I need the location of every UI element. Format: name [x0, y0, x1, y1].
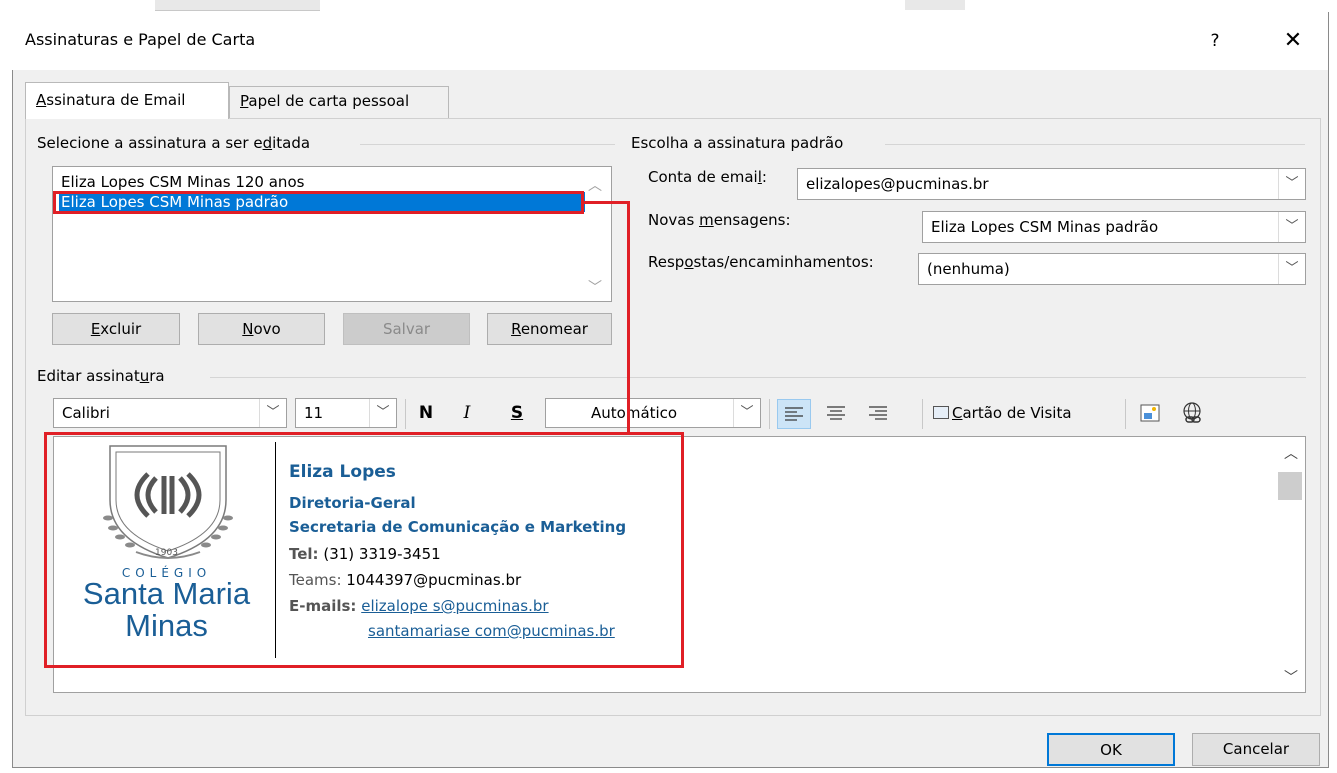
label-text: Conta de emai: [648, 168, 758, 186]
signature-list[interactable]: Eliza Lopes CSM Minas 120 anos Eliza Lop…: [52, 166, 612, 302]
align-left-button[interactable]: [777, 399, 811, 429]
toolbar-separator: [1125, 399, 1126, 429]
scroll-thumb[interactable]: [1278, 472, 1302, 500]
group-divider: [360, 144, 615, 145]
default-signature-group-label: Escolha a assinatura padrão: [631, 134, 850, 152]
business-card-button[interactable]: Cartão de Visita: [933, 404, 1072, 422]
picture-icon: [1140, 404, 1160, 422]
group-label-accel: d: [262, 134, 273, 152]
group-divider: [885, 144, 1305, 145]
button-label: ovo: [253, 320, 281, 338]
scroll-down-icon[interactable]: ﹀: [1276, 667, 1306, 687]
label-text: Novas: [648, 211, 700, 229]
align-right-icon: [869, 406, 887, 420]
delete-button[interactable]: Excluir: [52, 313, 180, 345]
account-select[interactable]: elizalopes@pucminas.br ﹀: [797, 168, 1306, 200]
font-value: Calibri: [62, 404, 110, 422]
new-messages-label: Novas mensagens:: [648, 211, 791, 229]
new-messages-value: Eliza Lopes CSM Minas padrão: [931, 218, 1159, 236]
group-label-text: Selecione a assinatura a ser e: [37, 134, 263, 152]
highlight-connector: [583, 201, 630, 204]
bold-button[interactable]: N: [415, 403, 437, 423]
button-accel: N: [242, 320, 254, 338]
save-button[interactable]: Salvar: [343, 313, 470, 345]
help-button[interactable]: ?: [1200, 26, 1230, 56]
button-accel: C: [952, 404, 963, 422]
tab-label-accel: A: [36, 91, 47, 109]
list-scrollbar[interactable]: ︿ ﹀: [580, 167, 610, 300]
align-center-icon: [827, 406, 845, 420]
insert-hyperlink-button[interactable]: [1180, 401, 1208, 429]
account-label: Conta de email:: [648, 168, 767, 186]
label-accel: o: [684, 253, 694, 271]
chevron-down-icon[interactable]: ﹀: [259, 399, 286, 427]
list-item[interactable]: Eliza Lopes CSM Minas 120 anos: [59, 172, 585, 192]
button-label: artão de Visita: [962, 404, 1072, 422]
label-text: Resp: [648, 253, 685, 271]
chevron-down-icon[interactable]: ﹀: [1278, 254, 1305, 284]
tab-email-signature[interactable]: Assinatura de Email: [25, 82, 229, 119]
chevron-down-icon[interactable]: ﹀: [369, 399, 396, 427]
italic-button[interactable]: I: [456, 403, 478, 423]
account-value: elizalopes@pucminas.br: [806, 175, 989, 193]
background-window-strip: [0, 0, 1337, 12]
select-signature-group-label: Selecione a assinatura a ser editada: [37, 134, 317, 152]
group-label-text: itada: [272, 134, 311, 152]
cancel-button[interactable]: Cancelar: [1192, 733, 1320, 766]
toolbar-separator: [405, 399, 406, 429]
font-size-select[interactable]: 11 ﹀: [295, 398, 397, 428]
button-accel: R: [511, 320, 521, 338]
tab-personal-stationery[interactable]: Papel de carta pessoal: [229, 86, 449, 118]
highlight-box: [53, 191, 584, 214]
background-tab: [905, 0, 965, 10]
background-tab: [155, 0, 320, 11]
label-text: :: [761, 168, 767, 186]
hyperlink-icon: [1183, 402, 1201, 423]
button-accel: E: [90, 320, 101, 338]
align-left-icon: [785, 407, 803, 421]
highlight-box: [44, 432, 684, 668]
toolbar-separator: [922, 399, 923, 429]
label-text: ensagens:: [713, 211, 791, 229]
chevron-down-icon[interactable]: ﹀: [1278, 212, 1305, 242]
group-label-text: ra: [149, 367, 165, 385]
group-divider: [210, 377, 1306, 378]
tab-label: apel de carta pessoal: [248, 92, 410, 110]
chevron-down-icon[interactable]: ﹀: [733, 399, 760, 427]
close-button[interactable]: ✕: [1278, 26, 1308, 56]
button-label: xcluir: [100, 320, 142, 338]
replies-label: Respostas/encaminhamentos:: [648, 253, 874, 271]
group-label-accel: u: [139, 367, 150, 385]
scroll-up-icon[interactable]: ︿: [580, 175, 610, 195]
tab-label: ssinatura de Email: [46, 91, 186, 109]
label-text: stas/encaminhamentos:: [693, 253, 874, 271]
group-label-text: Editar assinat: [37, 367, 140, 385]
font-color-value: Automático: [591, 404, 678, 422]
replies-value: (nenhuma): [927, 260, 1010, 278]
business-card-icon: [933, 406, 949, 419]
underline-button[interactable]: S: [506, 403, 528, 423]
font-color-select[interactable]: Automático ﹀: [545, 398, 761, 428]
dialog-title: Assinaturas e Papel de Carta: [25, 30, 256, 49]
scroll-down-icon[interactable]: ﹀: [580, 277, 610, 297]
align-center-button[interactable]: [820, 399, 854, 429]
button-label: enomear: [520, 320, 588, 338]
scroll-up-icon[interactable]: ︿: [1276, 443, 1306, 463]
label-accel: m: [699, 211, 714, 229]
edit-signature-group-label: Editar assinatura: [37, 367, 171, 385]
new-button[interactable]: Novo: [198, 313, 325, 345]
new-messages-select[interactable]: Eliza Lopes CSM Minas padrão ﹀: [922, 211, 1306, 243]
ok-button[interactable]: OK: [1047, 733, 1175, 766]
font-select[interactable]: Calibri ﹀: [53, 398, 287, 428]
align-right-button[interactable]: [862, 399, 896, 429]
chevron-down-icon[interactable]: ﹀: [1278, 169, 1305, 199]
highlight-connector: [627, 201, 630, 435]
replies-select[interactable]: (nenhuma) ﹀: [918, 253, 1306, 285]
insert-picture-button[interactable]: [1138, 401, 1166, 429]
rename-button[interactable]: Renomear: [487, 313, 612, 345]
font-size-value: 11: [304, 404, 324, 422]
toolbar-separator: [769, 399, 770, 429]
